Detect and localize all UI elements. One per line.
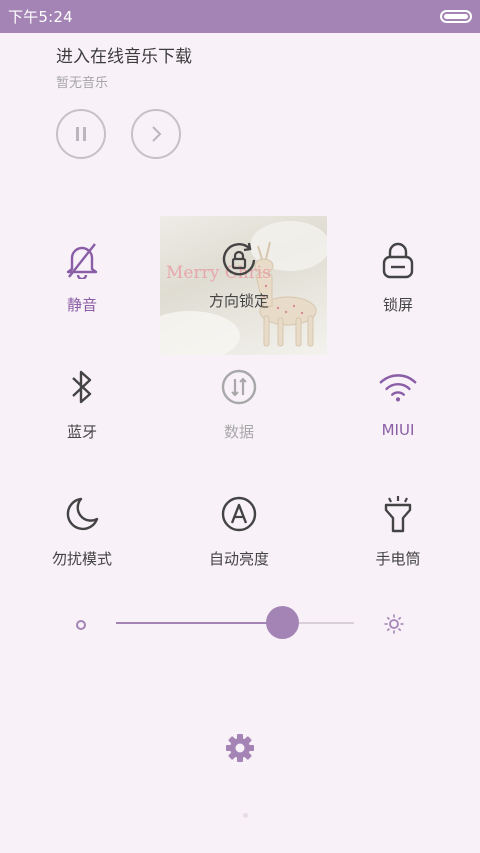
tile-label: 数据 (223, 423, 254, 441)
brightness-low-icon (76, 620, 86, 630)
bell-off-icon (62, 240, 102, 280)
tile-label: MIUI (381, 421, 415, 439)
flashlight-icon (378, 494, 418, 534)
lock-icon (378, 240, 418, 280)
pause-button[interactable] (56, 109, 106, 159)
tile-label: 静音 (66, 296, 97, 314)
status-time: 下午5:24 (8, 8, 73, 26)
brightness-slider-fill (116, 622, 283, 624)
bluetooth-icon (62, 367, 102, 407)
battery-icon (440, 10, 472, 23)
tile-do-not-disturb[interactable]: 勿扰模式 (17, 469, 147, 579)
tile-label: 勿扰模式 (51, 550, 112, 568)
tile-lock-screen[interactable]: 锁屏 (333, 215, 463, 325)
tile-flashlight[interactable]: 手电筒 (333, 469, 463, 579)
music-subtitle: 暂无音乐 (56, 76, 109, 91)
tile-label: 手电筒 (375, 550, 421, 568)
page-indicator-dot (243, 813, 248, 818)
tile-data[interactable]: 数据 (174, 342, 304, 452)
gear-icon[interactable] (225, 733, 255, 763)
tile-rotation-lock[interactable]: 方向锁定 (174, 215, 304, 325)
tile-silent[interactable]: 静音 (17, 215, 147, 325)
music-title[interactable]: 进入在线音乐下载 (56, 42, 192, 67)
tile-label: 自动亮度 (208, 550, 269, 568)
music-widget[interactable]: 进入在线音乐下载 暂无音乐 (56, 42, 192, 91)
status-bar: 下午5:24 (0, 0, 480, 33)
tile-wifi[interactable]: MIUI (333, 342, 463, 452)
auto-brightness-icon (219, 494, 259, 534)
tile-label: 蓝牙 (66, 423, 97, 441)
brightness-slider-handle[interactable] (266, 606, 300, 639)
brightness-high-icon (384, 614, 404, 634)
tile-bluetooth[interactable]: 蓝牙 (17, 342, 147, 452)
tile-auto-brightness[interactable]: 自动亮度 (174, 469, 304, 579)
pause-icon (76, 127, 86, 141)
moon-icon (62, 494, 102, 534)
wifi-icon (378, 367, 418, 407)
tile-label: 方向锁定 (208, 292, 269, 310)
rotation-lock-icon (219, 240, 259, 280)
data-icon (219, 367, 259, 407)
chevron-right-icon (152, 126, 162, 142)
next-button[interactable] (131, 109, 181, 159)
tile-label: 锁屏 (382, 296, 413, 314)
brightness-slider[interactable] (116, 622, 354, 624)
